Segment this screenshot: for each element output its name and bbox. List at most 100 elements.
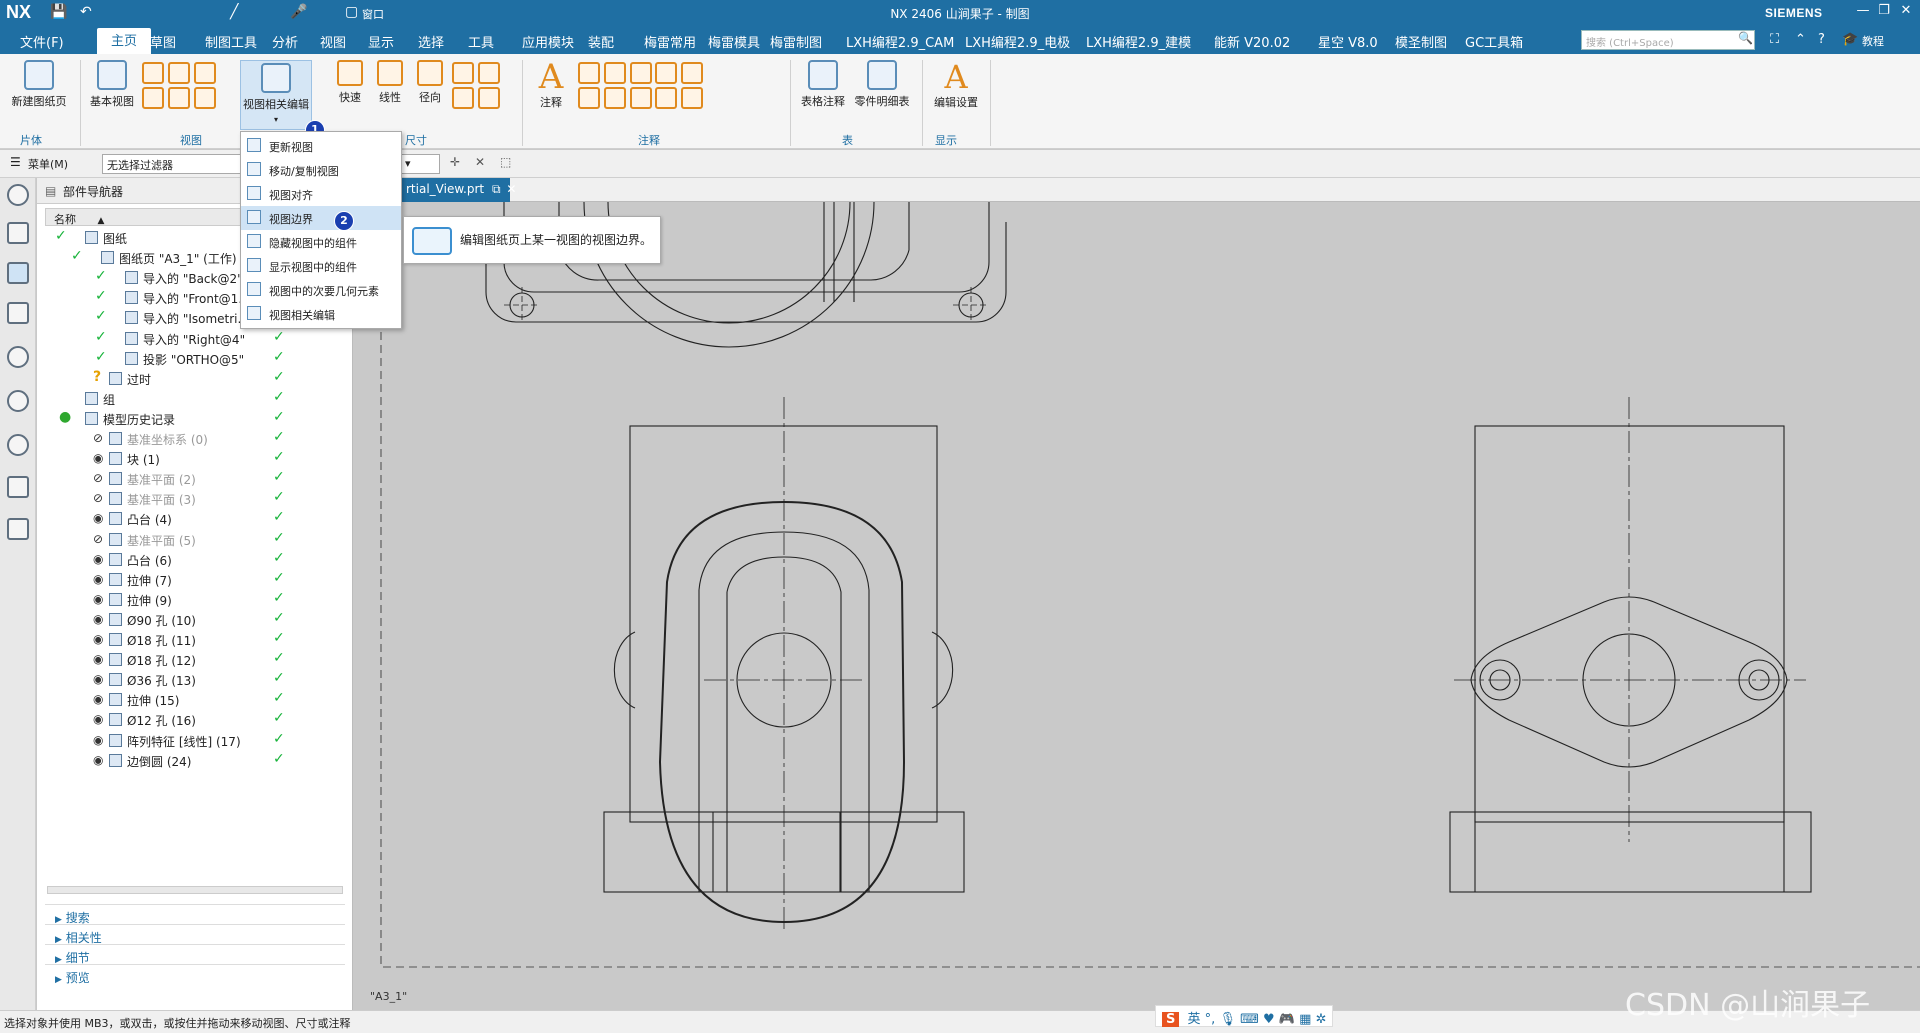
restore-icon[interactable]: ❐	[1873, 3, 1895, 23]
settings-icon[interactable]	[7, 184, 29, 206]
info-icon[interactable]	[7, 346, 29, 368]
balloon-icon[interactable]	[603, 87, 626, 109]
tree-row[interactable]: ◉ 阵列特征 [线性] (17) ✓	[45, 731, 345, 751]
menu-file[interactable]: 文件(F)	[20, 32, 64, 51]
tree-row[interactable]: ⊘ 基准坐标系 (0) ✓	[45, 429, 345, 449]
eye-icon[interactable]: ◉	[93, 572, 103, 586]
ime-settings-icon[interactable]: ✲	[1316, 1012, 1327, 1027]
ordinate-dimension-icon[interactable]	[452, 87, 474, 109]
dropdown-item[interactable]: 更新视图	[241, 134, 401, 158]
arc-length-icon[interactable]	[477, 87, 500, 109]
ime-lang[interactable]: 英	[1188, 1012, 1201, 1027]
dropdown-item[interactable]: 隐藏视图中的组件	[241, 230, 401, 254]
radial-dimension-button[interactable]: 径向	[414, 60, 446, 105]
ime-game-icon[interactable]: 🎮	[1279, 1012, 1295, 1027]
menu-item[interactable]: 梅雷制图	[770, 32, 822, 51]
eye-icon[interactable]: ◉	[93, 612, 103, 626]
update-view-icon[interactable]	[167, 87, 190, 109]
eye-icon[interactable]: ◉	[93, 632, 103, 646]
tree-row[interactable]: ✓ 投影 "ORTHO@5" ✓	[45, 349, 345, 369]
tools-icon[interactable]	[7, 476, 29, 498]
navigator-section[interactable]: ▶ 预览	[45, 964, 345, 986]
menu-item[interactable]: 草图	[150, 32, 176, 51]
menu-item[interactable]: 显示	[368, 32, 394, 51]
tree-row[interactable]: ⊘ 基准平面 (3) ✓	[45, 489, 345, 509]
document-tab[interactable]: rtial_View.prt ⧉ ✕	[400, 178, 516, 202]
base-view-button[interactable]: 基本视图	[88, 60, 136, 109]
tree-row[interactable]: ◉ 拉伸 (9) ✓	[45, 590, 345, 610]
visible-check-icon[interactable]: ✓	[95, 288, 107, 304]
tree-row[interactable]: ◉ 边倒圆 (24) ✓	[45, 751, 345, 771]
feature-control-icon[interactable]	[578, 62, 600, 84]
hidden-eye-icon[interactable]: ⊘	[93, 491, 103, 505]
edit-settings-button[interactable]: A 编辑设置	[930, 60, 982, 110]
linear-dimension-button[interactable]: 线性	[374, 60, 406, 105]
minimize-icon[interactable]: —	[1852, 3, 1874, 23]
menu-item[interactable]: 制图工具	[205, 32, 257, 51]
tree-row[interactable]: ⊘ 基准平面 (2) ✓	[45, 469, 345, 489]
history-icon[interactable]	[7, 434, 29, 456]
menu-item[interactable]: 梅雷常用	[644, 32, 696, 51]
target-point-icon[interactable]	[629, 87, 652, 109]
view-edit-button[interactable]: 视图相关编辑 ▾	[240, 60, 312, 130]
deselect-icon[interactable]: ✕	[475, 155, 485, 169]
close-icon[interactable]: ✕	[1895, 3, 1917, 23]
projected-view-icon[interactable]	[142, 62, 164, 84]
dropdown-item[interactable]: 视图边界	[241, 206, 401, 230]
eye-icon[interactable]: ◉	[93, 672, 103, 686]
parts-list-button[interactable]: 零件明细表	[852, 60, 912, 109]
tree-row[interactable]: ? 过时 ✓	[45, 369, 345, 389]
view-style-icon[interactable]	[193, 87, 216, 109]
dropdown-item[interactable]: 显示视图中的组件	[241, 254, 401, 278]
roles-icon[interactable]	[7, 518, 29, 540]
tree-row[interactable]: ◉ 凸台 (4) ✓	[45, 509, 345, 529]
menu-item[interactable]: LXH编程2.9_CAM	[846, 32, 954, 51]
tree-row[interactable]: ◉ Ø18 孔 (11) ✓	[45, 630, 345, 650]
menu-item[interactable]: LXH编程2.9_电极	[965, 32, 1070, 51]
menu-item[interactable]: 梅雷模具	[708, 32, 760, 51]
id-symbol-icon[interactable]	[578, 87, 600, 109]
table-note-button[interactable]: 表格注释	[798, 60, 848, 109]
command-search-input[interactable]: 搜索 (Ctrl+Space)	[1581, 30, 1755, 50]
datum-feature-icon[interactable]	[603, 62, 626, 84]
menu-item[interactable]: 星空 V8.0	[1318, 32, 1378, 51]
tutorial-link[interactable]: 教程	[1862, 33, 1884, 49]
eye-icon[interactable]: ◉	[93, 753, 103, 767]
tree-row[interactable]: ◉ 凸台 (6) ✓	[45, 550, 345, 570]
tree-row[interactable]: ✓ 导入的 "Right@4" ✓	[45, 329, 345, 349]
tree-row[interactable]: ⊘ 基准平面 (5) ✓	[45, 530, 345, 550]
hidden-eye-icon[interactable]: ⊘	[93, 431, 103, 445]
dropdown-item[interactable]: 视图对齐	[241, 182, 401, 206]
visible-check-icon[interactable]: ✓	[71, 248, 83, 264]
fullscreen-icon[interactable]: ⛶	[1770, 32, 1779, 47]
detail-view-icon[interactable]	[193, 62, 216, 84]
section-view-icon[interactable]	[167, 62, 190, 84]
part-navigator-icon[interactable]	[7, 262, 29, 284]
menu-item[interactable]: 装配	[588, 32, 614, 51]
center-mark-icon[interactable]	[681, 62, 704, 84]
menu-item[interactable]: 模圣制图	[1395, 32, 1447, 51]
ime-toolbar[interactable]: S 英 °, 🎙 ⌨ ♥ 🎮 ▦ ✲	[1155, 1005, 1334, 1027]
visible-check-icon[interactable]: ✓	[55, 228, 67, 244]
dropdown-item[interactable]: 视图相关编辑	[241, 302, 401, 326]
eye-icon[interactable]: ◉	[93, 451, 103, 465]
close-tab-icon[interactable]: ✕	[506, 182, 516, 196]
hidden-eye-icon[interactable]: ⊘	[93, 471, 103, 485]
help-icon[interactable]: ?	[1818, 32, 1825, 47]
tree-row[interactable]: ◉ 拉伸 (7) ✓	[45, 570, 345, 590]
crosshatch-icon[interactable]	[655, 87, 678, 109]
tree-row[interactable]: ◉ Ø90 孔 (10) ✓	[45, 610, 345, 630]
ime-skin-icon[interactable]: ♥	[1263, 1012, 1275, 1027]
eye-icon[interactable]: ◉	[93, 733, 103, 747]
angular-dimension-icon[interactable]	[452, 62, 474, 84]
popout-icon[interactable]: ⧉	[492, 182, 501, 196]
hamburger-icon[interactable]: ☰	[10, 155, 21, 169]
visible-check-icon[interactable]: ✓	[95, 268, 107, 284]
menu-item[interactable]: 主页	[97, 28, 152, 54]
image-icon[interactable]	[681, 87, 704, 109]
menu-item[interactable]: 分析	[272, 32, 298, 51]
menu-button[interactable]: 菜单(M)	[28, 156, 68, 172]
scope-select[interactable]: ▾	[400, 154, 440, 174]
eye-icon[interactable]: ◉	[93, 552, 103, 566]
selection-filter-select[interactable]: 无选择过滤器	[102, 154, 242, 174]
